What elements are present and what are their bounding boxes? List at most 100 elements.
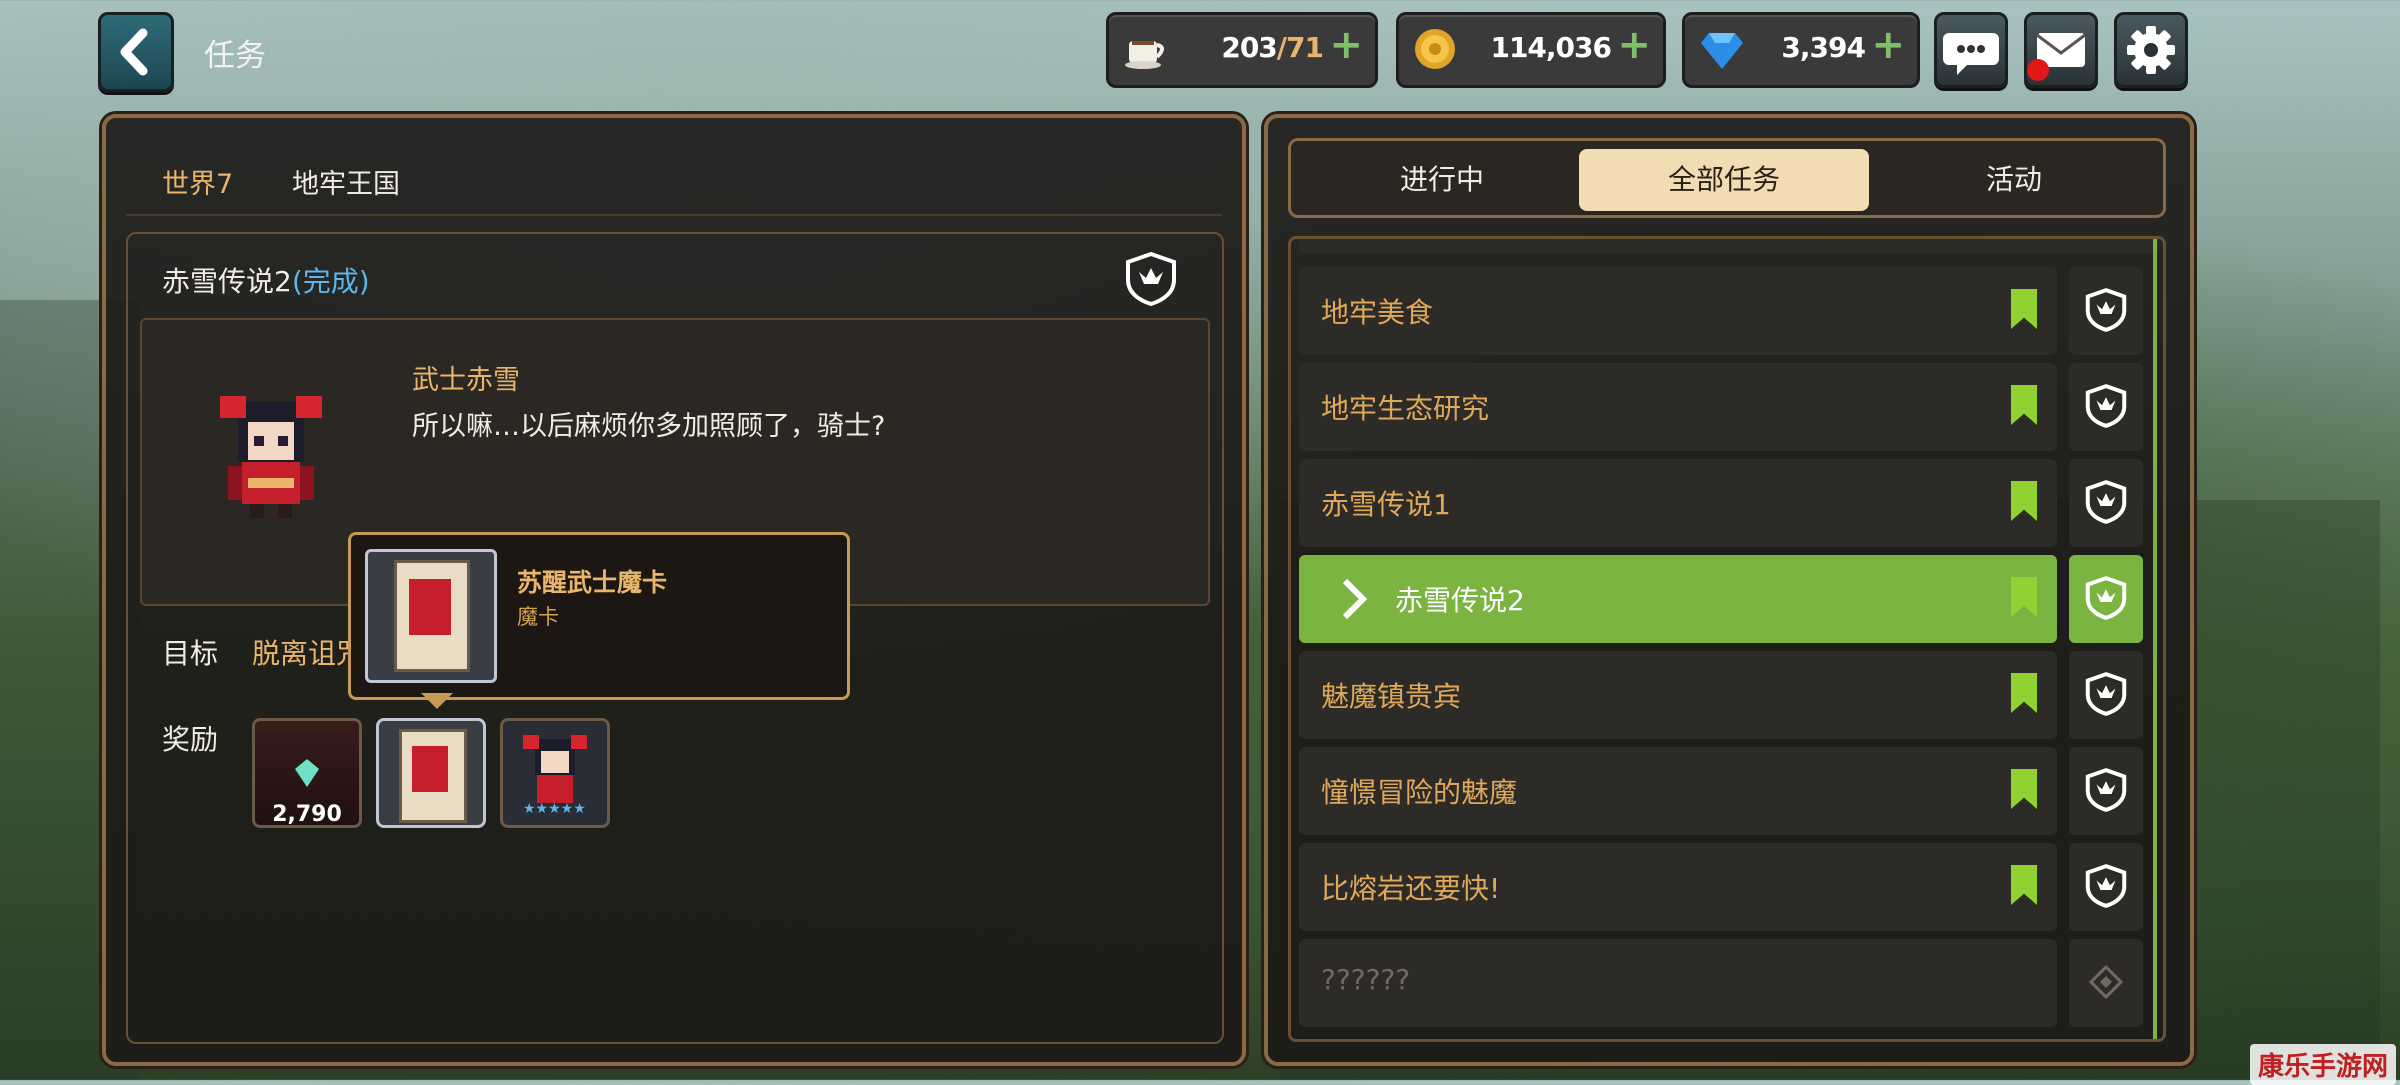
back-button[interactable] xyxy=(98,12,174,92)
gear-icon xyxy=(2127,26,2175,74)
gem-icon xyxy=(1701,33,1743,69)
back-arrow-icon xyxy=(120,28,148,76)
quest-list-item[interactable]: 地牢美食 xyxy=(1299,267,2057,355)
locked-diamond-icon xyxy=(2083,957,2129,1007)
quest-crest-icon xyxy=(1126,251,1176,307)
gem-counter[interactable]: 3,394 + xyxy=(1682,12,1920,88)
tooltip-card-frame xyxy=(365,549,497,683)
quest-list-panel: 进行中 全部任务 活动 地牢美食地牢生态研究 赤雪传说1 赤雪传说2 魅魔镇贵宾憧憬冒… xyxy=(1264,114,2194,1066)
chat-bubble-icon xyxy=(1943,33,1999,75)
quest-list-item[interactable]: ?????? xyxy=(1299,939,2057,1027)
quest-crest-icon xyxy=(2083,861,2129,911)
region-label: 地牢王国 xyxy=(292,169,400,200)
quest-crest-button[interactable] xyxy=(2069,459,2143,547)
quest-status: (完成) xyxy=(291,265,370,298)
item-tooltip: 苏醒武士魔卡 魔卡 xyxy=(348,532,850,709)
card-art xyxy=(409,579,451,635)
card-art xyxy=(412,746,448,792)
quest-crest-button[interactable] xyxy=(2069,747,2143,835)
quest-crest-icon xyxy=(2083,669,2129,719)
quest-title: 赤雪传说2(完成) xyxy=(162,260,370,300)
goal-label: 目标 xyxy=(162,637,219,670)
settings-button[interactable] xyxy=(2114,12,2188,88)
notification-dot xyxy=(2027,59,2049,81)
quest-crest-icon xyxy=(2083,285,2129,335)
bookmark-icon xyxy=(2011,577,2037,617)
quest-item-label: 地牢美食 xyxy=(1321,296,1434,329)
gold-coin-icon xyxy=(1415,29,1455,69)
reward-card-slot[interactable] xyxy=(376,718,486,828)
quest-list-item[interactable]: 憧憬冒险的魅魔 xyxy=(1299,747,2057,835)
quest-crest-button[interactable] xyxy=(2069,651,2143,739)
gem-value: 3,394 xyxy=(1781,31,1866,64)
gold-counter[interactable]: 114,036 + xyxy=(1396,12,1666,88)
magic-card-thumbnail xyxy=(399,729,467,823)
quest-crest-icon xyxy=(2083,573,2129,623)
tab-all-quests[interactable]: 全部任务 xyxy=(1579,149,1869,211)
bookmark-icon xyxy=(2011,865,2037,905)
tooltip-card-image xyxy=(394,560,470,672)
mail-button[interactable] xyxy=(2024,12,2098,88)
svg-text:★★★★★: ★★★★★ xyxy=(523,801,586,815)
crystal-icon xyxy=(295,759,319,787)
stamina-max: /71 xyxy=(1276,31,1324,64)
quest-item-label: 赤雪传说2 xyxy=(1395,584,1525,617)
coffee-icon xyxy=(1125,41,1164,69)
tab-events[interactable]: 活动 xyxy=(1869,149,2159,211)
add-stamina-button[interactable]: + xyxy=(1329,25,1363,65)
add-gold-button[interactable]: + xyxy=(1617,25,1651,65)
quest-crest-button[interactable] xyxy=(2069,555,2143,643)
bookmark-icon xyxy=(2011,289,2037,329)
quest-crest-button[interactable] xyxy=(2069,843,2143,931)
npc-name: 武士赤雪 xyxy=(412,365,520,396)
quest-list-item[interactable]: 魅魔镇贵宾 xyxy=(1299,651,2057,739)
quest-crest-icon xyxy=(2083,765,2129,815)
quest-item-label: 地牢生态研究 xyxy=(1321,392,1490,425)
quest-crest-icon xyxy=(2083,477,2129,527)
list-top-edge xyxy=(1299,239,2159,253)
scrollbar[interactable] xyxy=(2153,239,2157,1039)
gold-value: 114,036 xyxy=(1490,31,1612,64)
quest-list-item[interactable]: 赤雪传说2 xyxy=(1299,555,2057,643)
tooltip-item-type: 魔卡 xyxy=(517,605,559,629)
reward-character-slot[interactable]: ★★★★★ xyxy=(500,718,610,828)
bookmark-icon xyxy=(2011,385,2037,425)
quest-name: 赤雪传说2 xyxy=(162,265,292,298)
quest-list[interactable]: 地牢美食地牢生态研究 赤雪传说1 赤雪传说2 魅魔镇贵宾憧憬冒险的魅魔 比熔岩还要快!?… xyxy=(1288,236,2166,1042)
reward-label: 奖励 xyxy=(162,723,219,756)
reward-gem-count: 2,790 xyxy=(272,802,342,827)
quest-item-label: 魅魔镇贵宾 xyxy=(1321,680,1462,713)
quest-crest-icon xyxy=(2083,381,2129,431)
stamina-counter[interactable]: 203/71 + xyxy=(1106,12,1378,88)
quest-list-item[interactable]: 赤雪传说1 xyxy=(1299,459,2057,547)
watermark: 康乐手游网 xyxy=(2250,1044,2397,1085)
quest-item-label: 赤雪传说1 xyxy=(1321,488,1451,521)
character-portrait: ★★★★★ xyxy=(523,735,587,815)
quest-item-label: ?????? xyxy=(1321,963,1411,996)
tab-in-progress[interactable]: 进行中 xyxy=(1297,149,1587,211)
tab-bar: 进行中 全部任务 活动 xyxy=(1288,138,2166,218)
quest-crest-button[interactable] xyxy=(2069,363,2143,451)
quest-crest-button[interactable] xyxy=(2069,267,2143,355)
quest-item-label: 憧憬冒险的魅魔 xyxy=(1321,776,1518,809)
chat-button[interactable] xyxy=(1934,12,2008,88)
bookmark-icon xyxy=(2011,769,2037,809)
bookmark-icon xyxy=(2011,673,2037,713)
dialogue-text: 所以嘛…以后麻烦你多加照顾了，骑士? xyxy=(412,411,886,442)
chevron-right-icon xyxy=(1339,577,1369,625)
bookmark-icon xyxy=(2011,481,2037,521)
world-label: 世界7 xyxy=(162,169,234,200)
quest-detail-panel: 世界7 地牢王国 赤雪传说2(完成) 武士赤雪 所以嘛…以后麻烦你多加照顾了，骑… xyxy=(102,114,1246,1066)
divider xyxy=(126,214,1222,216)
npc-portrait xyxy=(220,396,322,518)
quest-item-label: 比熔岩还要快! xyxy=(1321,872,1501,905)
page-title: 任务 xyxy=(204,38,266,74)
tooltip-item-name: 苏醒武士魔卡 xyxy=(517,568,668,597)
reward-gem-slot[interactable]: 2,790 xyxy=(252,718,362,828)
add-gem-button[interactable]: + xyxy=(1871,25,1905,65)
quest-crest-button[interactable] xyxy=(2069,939,2143,1027)
quest-list-item[interactable]: 比熔岩还要快! xyxy=(1299,843,2057,931)
quest-list-item[interactable]: 地牢生态研究 xyxy=(1299,363,2057,451)
stamina-value: 203 xyxy=(1221,31,1277,64)
tooltip-pointer xyxy=(421,693,453,709)
